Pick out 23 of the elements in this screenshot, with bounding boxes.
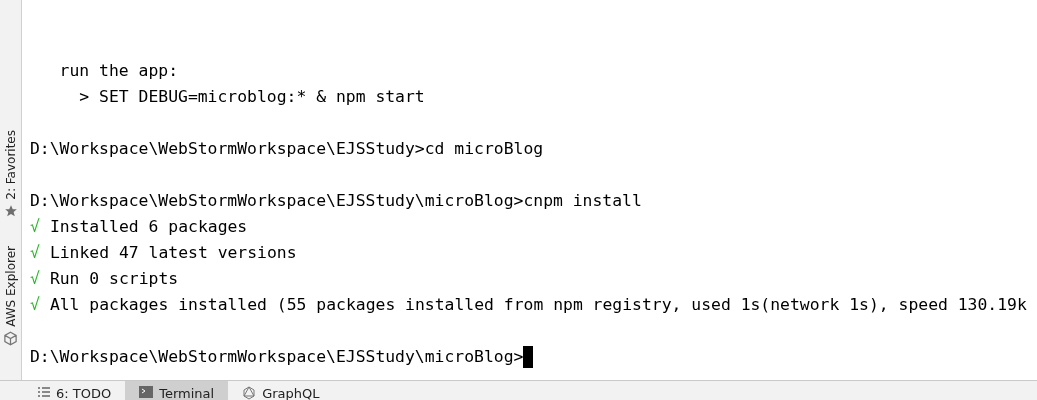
check-mark: √ [30,294,40,316]
terminal-icon [139,386,154,398]
terminal-line: All packages installed (55 packages installed from npm registry, used 1s(network 1s), speed 130.19k [49,294,1027,316]
terminal-line: D:\Workspace\WebStormWorkspace\EJSStudy>cd microBlog [30,138,544,160]
side-tab[interactable]: 2: Favorites [3,130,18,200]
cube-icon [3,330,18,346]
tool-window-tab[interactable]: 6: TODO [24,381,126,400]
list-icon [38,386,50,398]
star-icon [3,203,18,218]
check-mark: √ [30,268,40,290]
graphql-icon [242,386,257,400]
side-tab[interactable]: AWS Explorer [3,245,18,327]
tool-window-tab[interactable]: GraphQL [228,381,334,400]
terminal-line: D:\Workspace\WebStormWorkspace\EJSStudy\microBlog>cnpm install [30,190,642,212]
check-mark: √ [30,242,40,264]
terminal-prompt: D:\Workspace\WebStormWorkspace\EJSStudy\microBlog> [30,346,524,368]
terminal-line: > SET DEBUG=microblog:* & npm start [78,86,425,108]
tool-window-tab[interactable]: Terminal [125,381,229,400]
terminal-line: run the app: [58,60,179,82]
terminal-line: Installed 6 packages [49,216,248,238]
terminal-line: Run 0 scripts [49,268,179,290]
check-mark: √ [30,216,40,238]
terminal-line: Linked 47 latest versions [49,242,297,264]
